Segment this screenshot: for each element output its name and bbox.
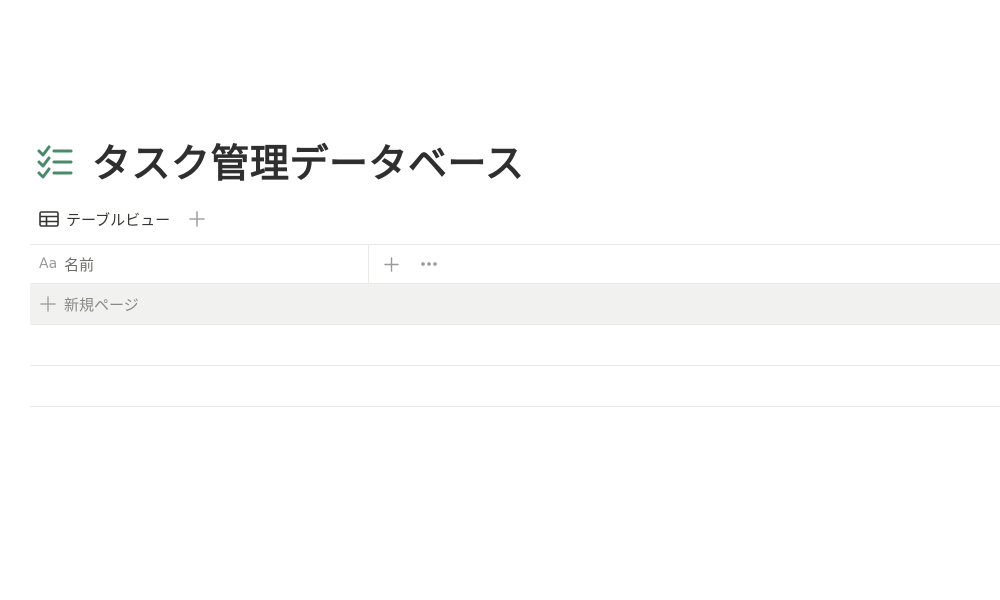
view-tabs: テーブルビュー xyxy=(38,204,208,234)
column-label: 名前 xyxy=(64,255,95,274)
text-property-icon: Aa xyxy=(39,256,58,272)
header-actions xyxy=(369,253,456,275)
new-page-row[interactable]: 新規ページ xyxy=(30,284,1000,325)
page: タスク管理データベース テーブルビュー Aa 名前 新規ページ xyxy=(0,0,1000,600)
column-header-name[interactable]: Aa 名前 xyxy=(30,245,369,283)
page-header: タスク管理データベース xyxy=(36,133,525,189)
plus-icon xyxy=(383,256,399,272)
table-icon xyxy=(38,208,60,230)
new-page-label: 新規ページ xyxy=(64,295,139,314)
add-view-button[interactable] xyxy=(186,208,208,230)
plus-icon xyxy=(40,296,56,312)
add-property-button[interactable] xyxy=(380,253,402,275)
more-options-button[interactable] xyxy=(418,253,440,275)
more-icon xyxy=(421,262,437,266)
page-title[interactable]: タスク管理データベース xyxy=(92,133,525,189)
tab-label: テーブルビュー xyxy=(66,210,171,229)
tab-table-view[interactable]: テーブルビュー xyxy=(38,208,170,230)
database-table: Aa 名前 新規ページ xyxy=(30,244,1000,407)
table-header-row: Aa 名前 xyxy=(30,244,1000,284)
checklist-icon[interactable] xyxy=(36,142,74,180)
plus-icon xyxy=(189,211,205,227)
table-row xyxy=(30,366,1000,407)
table-row xyxy=(30,325,1000,366)
